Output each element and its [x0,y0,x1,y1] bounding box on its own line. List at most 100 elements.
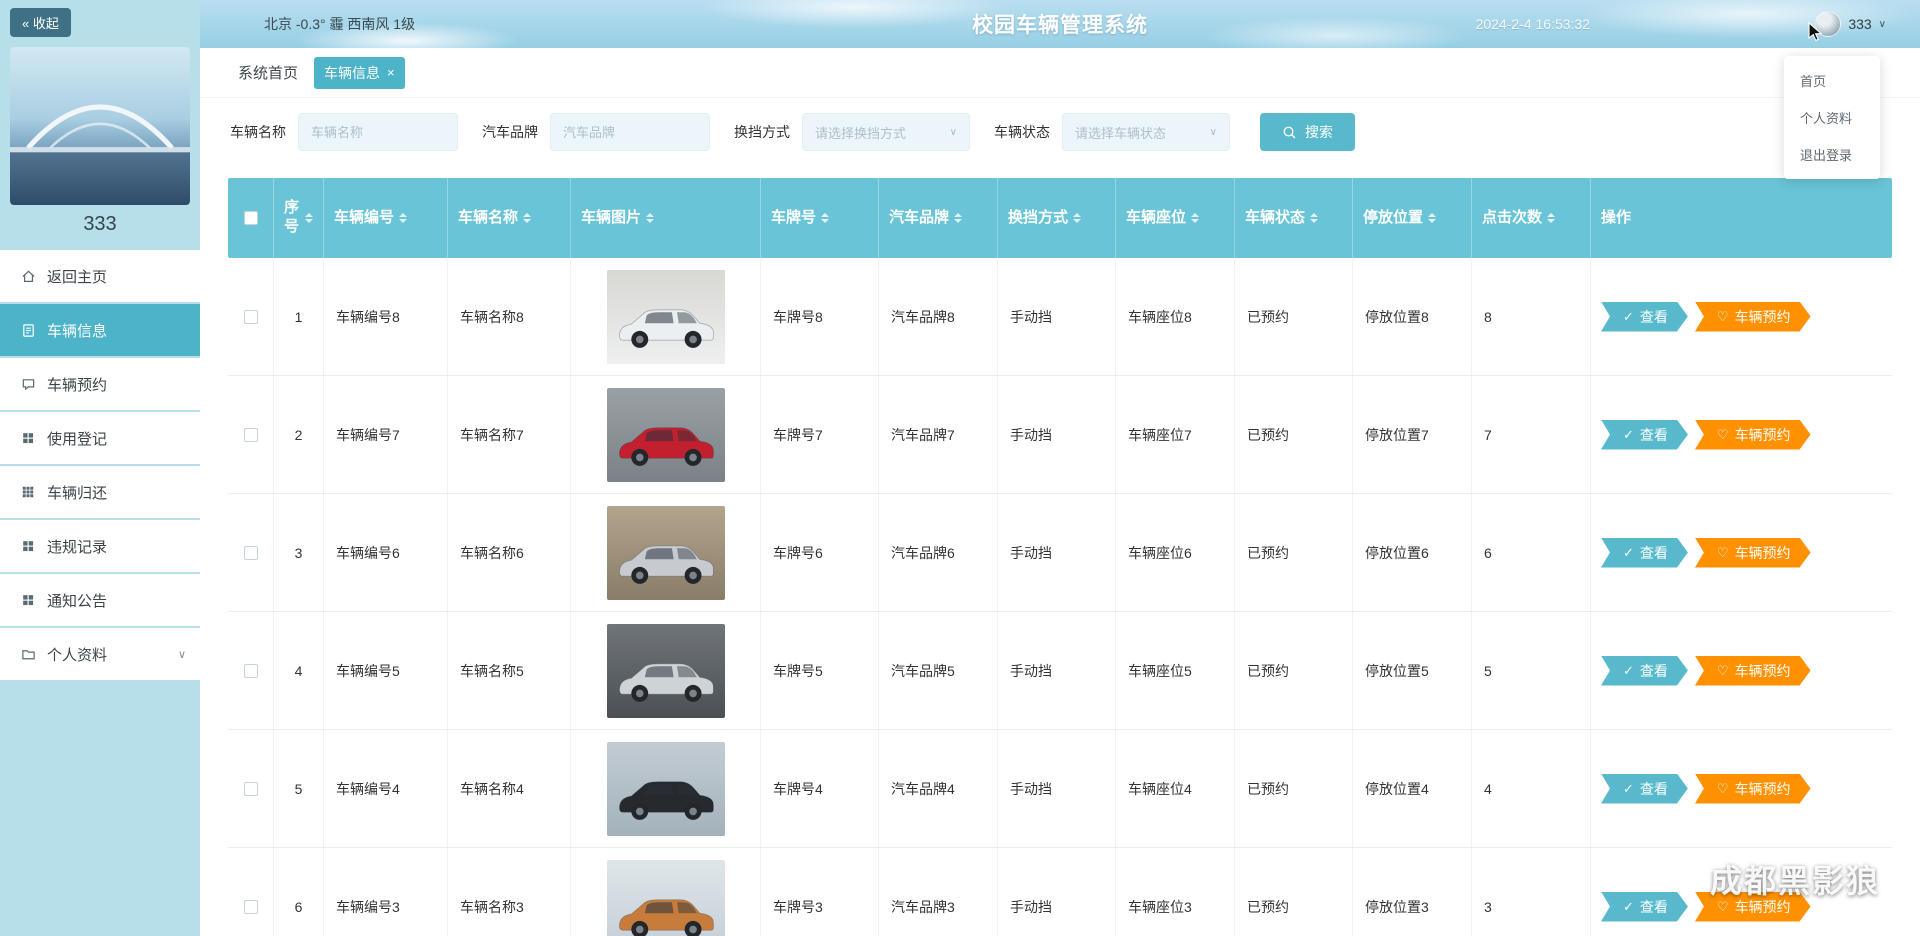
row-brand: 汽车品牌8 [879,258,998,375]
view-button[interactable]: ✓ 查看 [1601,420,1688,450]
reserve-button[interactable]: ♡ 车辆预约 [1695,774,1811,804]
row-code: 车辆编号7 [324,376,448,493]
brand-input[interactable] [550,113,710,151]
chevron-down-icon: ∨ [950,127,957,138]
row-status: 已预约 [1235,376,1353,493]
column-header-clicks[interactable]: 点击次数 [1472,178,1591,258]
sidebar-item-violation-records[interactable]: 违规记录 [0,520,200,572]
column-header-brand[interactable]: 汽车品牌 [879,178,998,258]
sidebar-item-label: 返回主页 [47,266,107,287]
column-header-name[interactable]: 车辆名称 [448,178,571,258]
row-checkbox[interactable] [244,664,258,678]
column-header-seats[interactable]: 车辆座位 [1116,178,1235,258]
row-clicks: 8 [1472,258,1591,375]
view-button[interactable]: ✓ 查看 [1601,302,1688,332]
car-photo[interactable] [607,860,725,936]
close-icon[interactable]: × [387,66,395,79]
car-photo[interactable] [607,506,725,600]
car-photo[interactable] [607,270,725,364]
row-checkbox[interactable] [244,310,258,324]
row-status: 已预约 [1235,848,1353,936]
row-brand: 汽车品牌7 [879,376,998,493]
row-brand: 汽车品牌3 [879,848,998,936]
row-index: 4 [274,612,324,729]
status-select[interactable]: 请选择车辆状态 ∨ [1062,113,1230,151]
view-button-label: 查看 [1640,661,1668,681]
sort-icon [305,213,313,223]
user-menu-item-logout[interactable]: 退出登录 [1784,136,1880,173]
view-button[interactable]: ✓ 查看 [1601,538,1688,568]
row-code: 车辆编号4 [324,730,448,847]
row-photo-cell [571,612,761,729]
view-button-label: 查看 [1640,543,1668,563]
view-button[interactable]: ✓ 查看 [1601,892,1688,922]
row-code: 车辆编号5 [324,612,448,729]
collapse-sidebar-button[interactable]: « 收起 [10,8,71,37]
user-menu-item-profile[interactable]: 个人资料 [1784,99,1880,136]
search-button[interactable]: 搜索 [1260,113,1355,151]
row-location: 停放位置8 [1353,258,1472,375]
row-seats: 车辆座位7 [1116,376,1235,493]
vehicle-name-input[interactable] [298,113,458,151]
user-menu-trigger[interactable]: 333 ∨ [1815,0,1886,48]
reserve-button[interactable]: ♡ 车辆预约 [1695,302,1811,332]
column-header-status[interactable]: 车辆状态 [1235,178,1353,258]
row-location: 停放位置6 [1353,494,1472,611]
row-clicks: 3 [1472,848,1591,936]
row-checkbox-cell [228,494,274,611]
row-photo-cell [571,848,761,936]
column-header-code[interactable]: 车辆编号 [324,178,448,258]
chat-icon [20,376,36,392]
sidebar-item-home[interactable]: 返回主页 [0,250,200,302]
tab-vehicle-info[interactable]: 车辆信息 × [314,57,405,89]
view-button-label: 查看 [1640,425,1668,445]
sidebar-menu: 返回主页 车辆信息 车辆预约 使用登记 车辆归还 [0,250,200,680]
column-header-index[interactable]: 序号 [274,178,324,258]
weather-info: 北京 -0.3° 霾 西南风 1级 [264,0,415,48]
reserve-button[interactable]: ♡ 车辆预约 [1695,892,1811,922]
gear-select[interactable]: 请选择换挡方式 ∨ [802,113,970,151]
row-status: 已预约 [1235,730,1353,847]
column-header-plate[interactable]: 车牌号 [761,178,879,258]
reserve-button-label: 车辆预约 [1735,543,1791,563]
column-header-actions: 操作 [1591,178,1892,258]
sidebar-item-vehicle-reservation[interactable]: 车辆预约 [0,358,200,410]
car-photo[interactable] [607,624,725,718]
row-name: 车辆名称8 [448,258,571,375]
row-gear: 手动挡 [998,848,1116,936]
row-seats: 车辆座位5 [1116,612,1235,729]
row-seats: 车辆座位6 [1116,494,1235,611]
avatar[interactable] [1815,11,1841,37]
sidebar-item-usage-register[interactable]: 使用登记 [0,412,200,464]
car-photo[interactable] [607,742,725,836]
column-label: 车辆图片 [581,209,641,228]
column-header-location[interactable]: 停放位置 [1353,178,1472,258]
view-button[interactable]: ✓ 查看 [1601,656,1688,686]
row-gear: 手动挡 [998,494,1116,611]
row-checkbox[interactable] [244,546,258,560]
tab-system-home[interactable]: 系统首页 [238,62,298,83]
user-menu-item-home[interactable]: 首页 [1784,62,1880,99]
check-icon: ✓ [1623,310,1634,323]
chevron-down-icon: ∨ [1879,19,1886,30]
column-header-gear[interactable]: 换挡方式 [998,178,1116,258]
row-checkbox[interactable] [244,900,258,914]
view-button[interactable]: ✓ 查看 [1601,774,1688,804]
reserve-button[interactable]: ♡ 车辆预约 [1695,420,1811,450]
column-label: 换挡方式 [1008,209,1068,228]
select-all-checkbox[interactable] [244,211,258,225]
sidebar-item-announcements[interactable]: 通知公告 [0,574,200,626]
row-brand: 汽车品牌4 [879,730,998,847]
car-photo[interactable] [607,388,725,482]
sidebar-item-vehicle-return[interactable]: 车辆归还 [0,466,200,518]
column-header-photo[interactable]: 车辆图片 [571,178,761,258]
sidebar-item-vehicle-info[interactable]: 车辆信息 [0,304,200,356]
row-checkbox[interactable] [244,782,258,796]
row-checkbox[interactable] [244,428,258,442]
reserve-button[interactable]: ♡ 车辆预约 [1695,538,1811,568]
reserve-button[interactable]: ♡ 车辆预约 [1695,656,1811,686]
row-plate: 车牌号5 [761,612,879,729]
status-select-value: 请选择车辆状态 [1075,123,1166,142]
sidebar-item-profile[interactable]: 个人资料 ∨ [0,628,200,680]
select-all-cell [228,178,274,258]
